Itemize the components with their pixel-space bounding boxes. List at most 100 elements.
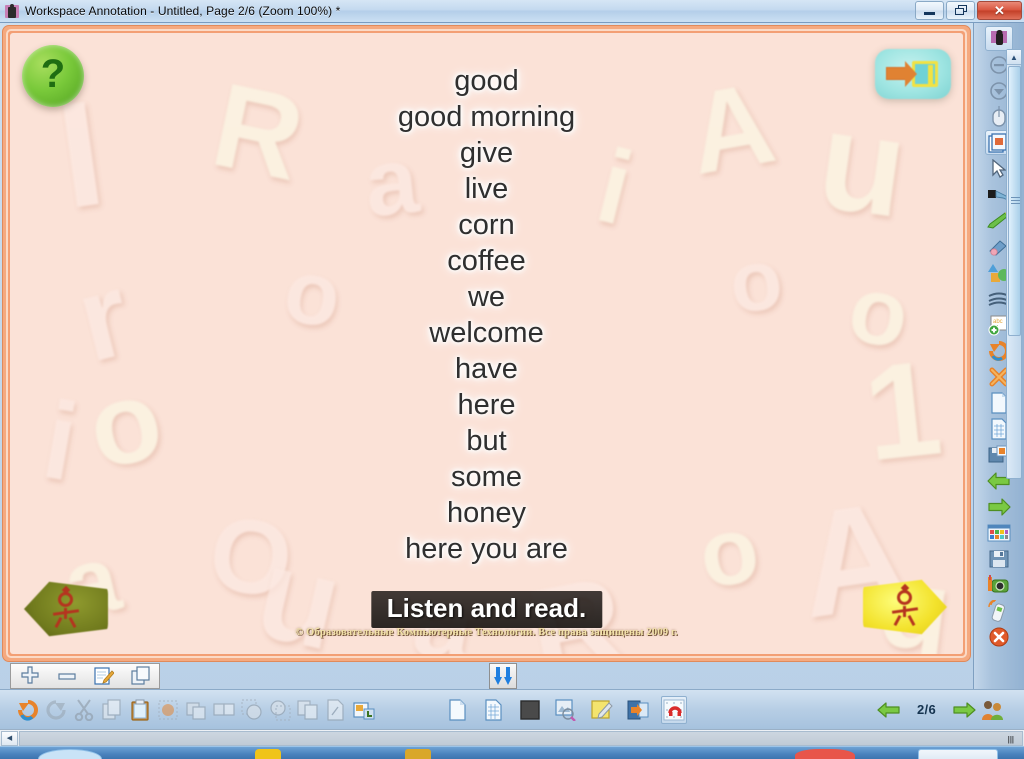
vocabulary-word[interactable]: here [457, 387, 515, 423]
edit-page-button[interactable] [89, 665, 119, 687]
vocabulary-word[interactable]: but [466, 423, 506, 459]
stick-figure-icon [890, 583, 920, 627]
select-object-button[interactable] [155, 696, 181, 724]
group-button[interactable] [183, 696, 209, 724]
camera-tool[interactable] [985, 572, 1013, 597]
prev-slide-badge[interactable] [24, 578, 108, 640]
horizontal-scroll-track[interactable]: ||| [19, 730, 1023, 746]
right-arrow-icon [953, 701, 976, 718]
users-button[interactable] [979, 696, 1005, 724]
export-page-icon [627, 699, 649, 721]
paste-button[interactable] [127, 696, 153, 724]
left-arrow-icon [877, 701, 900, 718]
start-orb[interactable] [38, 749, 102, 759]
bring-front-icon [241, 698, 263, 721]
copy-icon [102, 698, 122, 721]
vocabulary-word[interactable]: good morning [398, 99, 575, 135]
magnet-tool-button[interactable] [661, 695, 687, 724]
next-slide-badge[interactable] [863, 576, 947, 638]
canvas-inner-ring: IRaiAurooo1ioOouAaRqa ? goodgood morning… [6, 29, 967, 658]
instruction-banner: Listen and read. [370, 591, 603, 628]
palette-tool[interactable] [985, 520, 1013, 545]
scrollbar-thumb[interactable] [1008, 66, 1021, 336]
forward-arrow-icon [987, 497, 1011, 517]
image-page-button[interactable] [553, 696, 579, 724]
vocabulary-word[interactable]: here you are [405, 531, 568, 567]
note-page-icon [591, 699, 613, 721]
zoom-out-icon [57, 670, 77, 682]
minimize-button[interactable] [915, 1, 944, 20]
previous-page-button[interactable] [876, 696, 902, 724]
close-tool[interactable] [985, 624, 1013, 649]
title-bar: Workspace Annotation - Untitled, Page 2/… [0, 0, 1024, 23]
taskbar-icon[interactable] [405, 749, 431, 759]
redo-button[interactable] [43, 696, 69, 724]
application-window: Workspace Annotation - Untitled, Page 2/… [0, 0, 1024, 759]
undo-button[interactable] [15, 696, 41, 724]
desktop-taskbar[interactable] [0, 746, 1024, 759]
restore-button[interactable] [946, 1, 975, 20]
word-list: good good morning give live corn coffee we welc… [10, 63, 963, 567]
forward-arrow-tool[interactable] [985, 494, 1013, 519]
scroll-down-widget[interactable] [489, 663, 517, 689]
flip-button[interactable] [323, 696, 349, 724]
taskbar-icon[interactable] [255, 749, 281, 759]
blank-page-button[interactable] [445, 696, 471, 724]
bring-front-button[interactable] [239, 696, 265, 724]
vocabulary-word[interactable]: welcome [429, 315, 543, 351]
duplicate-page-button[interactable] [126, 665, 156, 687]
scroll-left-arrow-icon[interactable]: ◀ [1, 730, 18, 746]
scroll-up-arrow-icon[interactable]: ▲ [1007, 50, 1021, 65]
down-arrow-icon [504, 667, 512, 685]
window-title: Workspace Annotation - Untitled, Page 2/… [25, 4, 341, 18]
copyright-text: © Образовательные Компьютерные Технологи… [295, 627, 678, 638]
ungroup-button[interactable] [211, 696, 237, 724]
slide-canvas[interactable]: IRaiAurooo1ioOouAaRqa ? goodgood morning… [10, 33, 963, 654]
send-back-icon [269, 699, 291, 721]
vocabulary-word[interactable]: have [455, 351, 518, 387]
vocabulary-word[interactable]: corn [458, 207, 514, 243]
canvas-vertical-scrollbar[interactable]: ▲ [1006, 49, 1022, 479]
undo-icon [17, 699, 39, 721]
export-object-button[interactable] [351, 696, 377, 724]
scrollbar-grip-icon [1011, 197, 1020, 204]
paste-icon [130, 699, 150, 721]
vocabulary-word[interactable]: live [465, 171, 509, 207]
vocabulary-word[interactable]: coffee [447, 243, 525, 279]
close-button[interactable]: ✕ [977, 1, 1022, 20]
cut-button[interactable] [71, 696, 97, 724]
blank-page-icon [448, 698, 468, 721]
stick-figure-icon [51, 585, 81, 629]
vocabulary-word[interactable]: give [460, 135, 513, 171]
taskbar-window-button[interactable] [918, 749, 998, 759]
next-page-button[interactable] [951, 696, 977, 724]
restore-icon [954, 5, 967, 16]
vocabulary-word[interactable]: good [454, 63, 519, 99]
zoom-in-button[interactable] [15, 665, 45, 687]
edit-page-icon [93, 666, 114, 686]
close-icon [989, 627, 1009, 647]
window-controls: ✕ [915, 1, 1022, 20]
users-icon [982, 700, 1003, 720]
clone-button[interactable] [295, 696, 321, 724]
note-page-button[interactable] [589, 696, 615, 724]
vocabulary-word[interactable]: we [468, 279, 505, 315]
copy-button[interactable] [99, 696, 125, 724]
bottom-toolbar: 2/6 [0, 689, 1024, 729]
remote-tool[interactable] [985, 598, 1013, 623]
stamp-icon [988, 29, 1010, 49]
send-back-button[interactable] [267, 696, 293, 724]
black-page-button[interactable] [517, 696, 543, 724]
zoom-out-button[interactable] [52, 665, 82, 687]
save-icon [989, 549, 1009, 569]
stamp-tool[interactable] [985, 26, 1013, 51]
vocabulary-word[interactable]: some [451, 459, 522, 495]
taskbar-icon[interactable] [795, 749, 855, 759]
vocabulary-word[interactable]: honey [447, 495, 526, 531]
horizontal-scroll-zone[interactable]: ◀ ||| [0, 729, 1024, 746]
save-tool[interactable] [985, 546, 1013, 571]
grid-page-button[interactable] [481, 696, 507, 724]
magnet-tool-icon [663, 699, 685, 721]
export-page-button[interactable] [625, 696, 651, 724]
image-page-icon [555, 698, 577, 721]
